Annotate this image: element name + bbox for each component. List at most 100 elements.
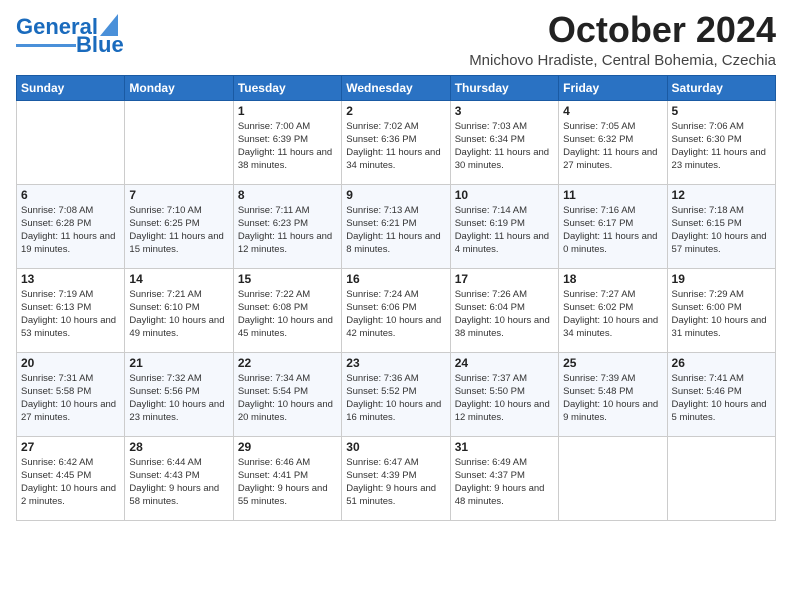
calendar-cell: 25Sunrise: 7:39 AM Sunset: 5:48 PM Dayli… [559, 352, 667, 436]
title-block: October 2024 Mnichovo Hradiste, Central … [469, 10, 776, 69]
day-info: Sunrise: 7:06 AM Sunset: 6:30 PM Dayligh… [672, 120, 771, 173]
calendar-cell: 15 Sunrise: 7:22 AM Sunset: 6:08 PM Dayli… [233, 268, 341, 352]
day-info: Sunrise: 7:05 AM Sunset: 6:32 PM Dayligh… [563, 120, 662, 173]
day-number: 3 [455, 104, 554, 118]
month-title: October 2024 [469, 10, 776, 50]
day-number: 11 [563, 188, 662, 202]
day-info: Sunrise: 7:11 AM Sunset: 6:23 PM Dayligh… [238, 204, 337, 257]
day-info: Sunrise: 7:39 AM Sunset: 5:48 PM Dayligh… [563, 372, 662, 425]
day-info: Sunrise: 7:26 AM Sunset: 6:04 PM Dayligh… [455, 288, 554, 341]
calendar-cell: 21 Sunrise: 7:32 AM Sunset: 5:56 PM Dayli… [125, 352, 233, 436]
calendar-cell: 10 Sunrise: 7:14 AM Sunset: 6:19 PM Dayli… [450, 184, 558, 268]
day-number: 4 [563, 104, 662, 118]
day-info: Sunrise: 7:14 AM Sunset: 6:19 PM Dayligh… [455, 204, 554, 257]
day-info: Sunrise: 7:34 AM Sunset: 5:54 PM Dayligh… [238, 372, 337, 425]
day-number: 15 [238, 272, 337, 286]
day-number: 1 [238, 104, 337, 118]
day-number: 24 [455, 356, 554, 370]
calendar-cell: 12 Sunrise: 7:18 AM Sunset: 6:15 PM Dayli… [667, 184, 775, 268]
calendar-cell: 22 Sunrise: 7:34 AM Sunset: 5:54 PM Dayli… [233, 352, 341, 436]
calendar-cell [667, 436, 775, 520]
day-number: 23 [346, 356, 445, 370]
logo: General Blue [16, 14, 124, 56]
calendar-cell: 5Sunrise: 7:06 AM Sunset: 6:30 PM Daylig… [667, 100, 775, 184]
day-info: Sunrise: 7:32 AM Sunset: 5:56 PM Dayligh… [129, 372, 228, 425]
logo-underline [16, 44, 76, 47]
day-info: Sunrise: 7:13 AM Sunset: 6:21 PM Dayligh… [346, 204, 445, 257]
day-number: 14 [129, 272, 228, 286]
day-info: Sunrise: 7:41 AM Sunset: 5:46 PM Dayligh… [672, 372, 771, 425]
calendar-cell: 7 Sunrise: 7:10 AM Sunset: 6:25 PM Daylig… [125, 184, 233, 268]
day-number: 27 [21, 440, 120, 454]
location-title: Mnichovo Hradiste, Central Bohemia, Czec… [469, 52, 776, 69]
calendar-cell: 13Sunrise: 7:19 AM Sunset: 6:13 PM Dayli… [17, 268, 125, 352]
calendar-cell: 1Sunrise: 7:00 AM Sunset: 6:39 PM Daylig… [233, 100, 341, 184]
day-info: Sunrise: 7:22 AM Sunset: 6:08 PM Dayligh… [238, 288, 337, 341]
day-number: 12 [672, 188, 771, 202]
calendar-cell: 11 Sunrise: 7:16 AM Sunset: 6:17 PM Dayli… [559, 184, 667, 268]
day-info: Sunrise: 7:18 AM Sunset: 6:15 PM Dayligh… [672, 204, 771, 257]
week-row-3: 13Sunrise: 7:19 AM Sunset: 6:13 PM Dayli… [17, 268, 776, 352]
calendar-cell: 27 Sunrise: 6:42 AM Sunset: 4:45 PM Dayli… [17, 436, 125, 520]
calendar-cell [125, 100, 233, 184]
col-header-sunday: Sunday [17, 75, 125, 100]
week-row-2: 6 Sunrise: 7:08 AM Sunset: 6:28 PM Daylig… [17, 184, 776, 268]
day-info: Sunrise: 6:49 AM Sunset: 4:37 PM Dayligh… [455, 456, 554, 509]
day-info: Sunrise: 7:24 AM Sunset: 6:06 PM Dayligh… [346, 288, 445, 341]
calendar-cell: 19 Sunrise: 7:29 AM Sunset: 6:00 PM Dayli… [667, 268, 775, 352]
day-number: 26 [672, 356, 771, 370]
day-number: 9 [346, 188, 445, 202]
day-info: Sunrise: 6:42 AM Sunset: 4:45 PM Dayligh… [21, 456, 120, 509]
header-row: SundayMondayTuesdayWednesdayThursdayFrid… [17, 75, 776, 100]
calendar-cell: 17 Sunrise: 7:26 AM Sunset: 6:04 PM Dayli… [450, 268, 558, 352]
calendar-cell: 20 Sunrise: 7:31 AM Sunset: 5:58 PM Dayli… [17, 352, 125, 436]
page: General Blue October 2024 Mnichovo Hradi… [0, 0, 792, 612]
calendar-cell: 8 Sunrise: 7:11 AM Sunset: 6:23 PM Daylig… [233, 184, 341, 268]
day-info: Sunrise: 7:19 AM Sunset: 6:13 PM Dayligh… [21, 288, 120, 341]
day-number: 22 [238, 356, 337, 370]
col-header-thursday: Thursday [450, 75, 558, 100]
calendar-cell: 6 Sunrise: 7:08 AM Sunset: 6:28 PM Daylig… [17, 184, 125, 268]
day-number: 8 [238, 188, 337, 202]
day-number: 16 [346, 272, 445, 286]
day-info: Sunrise: 7:08 AM Sunset: 6:28 PM Dayligh… [21, 204, 120, 257]
day-info: Sunrise: 6:44 AM Sunset: 4:43 PM Dayligh… [129, 456, 228, 509]
day-info: Sunrise: 7:31 AM Sunset: 5:58 PM Dayligh… [21, 372, 120, 425]
day-number: 19 [672, 272, 771, 286]
col-header-monday: Monday [125, 75, 233, 100]
day-info: Sunrise: 7:37 AM Sunset: 5:50 PM Dayligh… [455, 372, 554, 425]
calendar-cell: 14Sunrise: 7:21 AM Sunset: 6:10 PM Dayli… [125, 268, 233, 352]
day-number: 18 [563, 272, 662, 286]
day-number: 20 [21, 356, 120, 370]
day-number: 7 [129, 188, 228, 202]
calendar-cell: 26 Sunrise: 7:41 AM Sunset: 5:46 PM Dayli… [667, 352, 775, 436]
calendar-cell: 16 Sunrise: 7:24 AM Sunset: 6:06 PM Dayli… [342, 268, 450, 352]
calendar-cell: 31 Sunrise: 6:49 AM Sunset: 4:37 PM Dayli… [450, 436, 558, 520]
day-number: 2 [346, 104, 445, 118]
calendar-cell: 2Sunrise: 7:02 AM Sunset: 6:36 PM Daylig… [342, 100, 450, 184]
day-info: Sunrise: 7:16 AM Sunset: 6:17 PM Dayligh… [563, 204, 662, 257]
day-number: 6 [21, 188, 120, 202]
day-number: 31 [455, 440, 554, 454]
day-info: Sunrise: 6:47 AM Sunset: 4:39 PM Dayligh… [346, 456, 445, 509]
calendar-table: SundayMondayTuesdayWednesdayThursdayFrid… [16, 75, 776, 521]
day-number: 17 [455, 272, 554, 286]
week-row-4: 20 Sunrise: 7:31 AM Sunset: 5:58 PM Dayli… [17, 352, 776, 436]
day-number: 29 [238, 440, 337, 454]
col-header-friday: Friday [559, 75, 667, 100]
week-row-5: 27 Sunrise: 6:42 AM Sunset: 4:45 PM Dayli… [17, 436, 776, 520]
calendar-cell: 4 Sunrise: 7:05 AM Sunset: 6:32 PM Daylig… [559, 100, 667, 184]
week-row-1: 1Sunrise: 7:00 AM Sunset: 6:39 PM Daylig… [17, 100, 776, 184]
calendar-cell [559, 436, 667, 520]
day-info: Sunrise: 7:10 AM Sunset: 6:25 PM Dayligh… [129, 204, 228, 257]
day-number: 21 [129, 356, 228, 370]
col-header-tuesday: Tuesday [233, 75, 341, 100]
day-info: Sunrise: 7:03 AM Sunset: 6:34 PM Dayligh… [455, 120, 554, 173]
day-number: 30 [346, 440, 445, 454]
day-info: Sunrise: 7:29 AM Sunset: 6:00 PM Dayligh… [672, 288, 771, 341]
calendar-cell: 18Sunrise: 7:27 AM Sunset: 6:02 PM Dayli… [559, 268, 667, 352]
day-info: Sunrise: 7:36 AM Sunset: 5:52 PM Dayligh… [346, 372, 445, 425]
calendar-cell: 3 Sunrise: 7:03 AM Sunset: 6:34 PM Daylig… [450, 100, 558, 184]
day-number: 10 [455, 188, 554, 202]
logo-blue-text: Blue [76, 32, 124, 57]
